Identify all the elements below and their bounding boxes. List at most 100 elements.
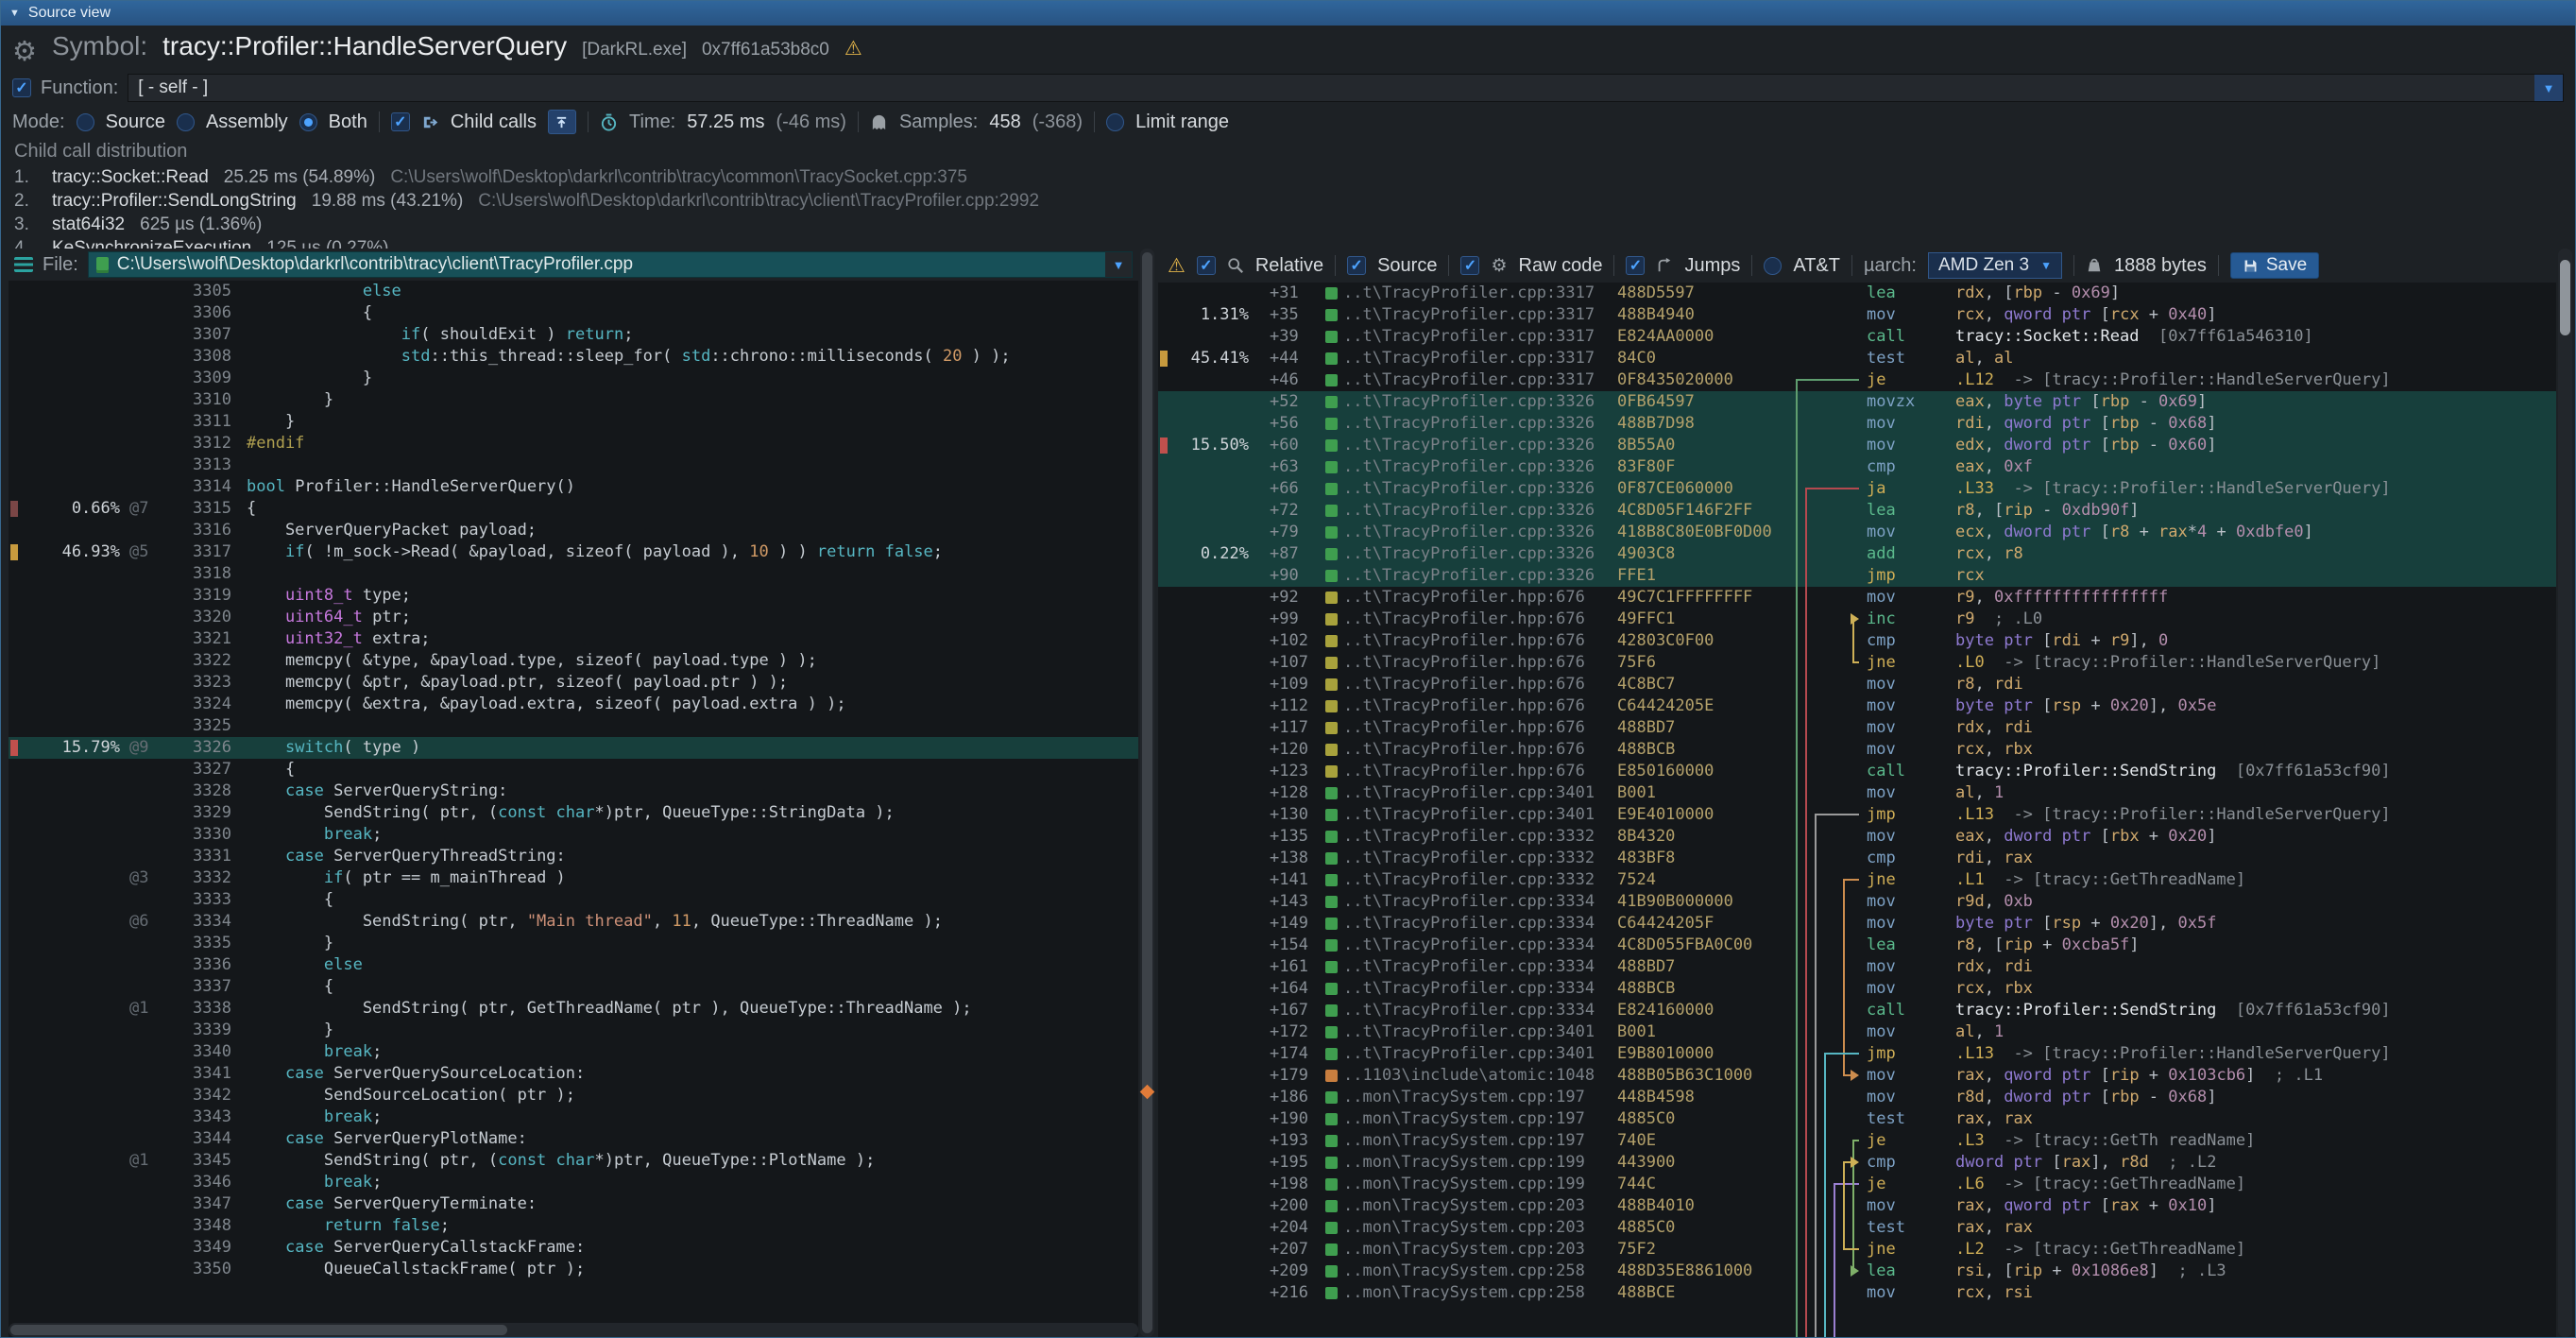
asm-row[interactable]: +112..t\TracyProfiler.hpp:676C64424205Em… (1158, 695, 2556, 717)
asm-row[interactable]: +164..t\TracyProfiler.cpp:3334488BCBmovr… (1158, 978, 2556, 1000)
radio-source[interactable] (77, 113, 94, 131)
source-line[interactable]: 15.79%@93326 switch( type ) (9, 737, 1138, 759)
source-line[interactable]: 3311 } (9, 411, 1138, 433)
scrollbar-thumb[interactable] (1142, 252, 1152, 1333)
source-line[interactable]: 3339 } (9, 1020, 1138, 1041)
source-checkbox[interactable]: ✓ (1347, 256, 1366, 275)
source-line[interactable]: 3305 else (9, 281, 1138, 302)
asm-row[interactable]: 15.50%+60..t\TracyProfiler.cpp:33268B55A… (1158, 435, 2556, 456)
source-line[interactable]: 3344 case ServerQueryPlotName: (9, 1128, 1138, 1150)
asm-row[interactable]: +31..t\TracyProfiler.cpp:3317488D5597lea… (1158, 283, 2556, 304)
asm-row[interactable]: +161..t\TracyProfiler.cpp:3334488BD7movr… (1158, 956, 2556, 978)
file-combo[interactable]: C:\Users\wolf\Desktop\darkrl\contrib\tra… (88, 251, 1133, 278)
source-line[interactable]: 3327 { (9, 759, 1138, 780)
horizontal-scrollbar[interactable] (9, 1323, 1138, 1337)
asm-row[interactable]: +143..t\TracyProfiler.cpp:333441B90B0000… (1158, 891, 2556, 913)
asm-row[interactable]: +174..t\TracyProfiler.cpp:3401E9B8010000… (1158, 1043, 2556, 1065)
asm-row[interactable]: +66..t\TracyProfiler.cpp:33260F87CE06000… (1158, 478, 2556, 500)
asm-row[interactable]: +209..mon\TracySystem.cpp:258488D35E8861… (1158, 1261, 2556, 1282)
function-checkbox[interactable]: ✓ (12, 78, 31, 97)
asm-row[interactable]: +117..t\TracyProfiler.hpp:676488BD7movrd… (1158, 717, 2556, 739)
source-line[interactable]: 3307 if( shouldExit ) return; (9, 324, 1138, 346)
asm-row[interactable]: +141..t\TracyProfiler.cpp:33327524jne.L1… (1158, 869, 2556, 891)
asm-row[interactable]: +107..t\TracyProfiler.hpp:67675F6jne.L0 … (1158, 652, 2556, 674)
asm-row[interactable]: +216..mon\TracySystem.cpp:258488BCEmovrc… (1158, 1282, 2556, 1304)
source-line[interactable]: 3320 uint64_t ptr; (9, 607, 1138, 628)
asm-row[interactable]: +123..t\TracyProfiler.hpp:676E850160000c… (1158, 761, 2556, 782)
asm-row[interactable]: +179..1103\include\atomic:1048488B05B63C… (1158, 1065, 2556, 1087)
function-combo[interactable]: [ - self - ] ▼ (128, 74, 2564, 102)
source-line[interactable]: 3346 break; (9, 1172, 1138, 1193)
radio-assembly[interactable] (177, 113, 195, 131)
asm-row[interactable]: +99..t\TracyProfiler.hpp:67649FFC1incr9 … (1158, 609, 2556, 630)
asm-row[interactable]: 1.31%+35..t\TracyProfiler.cpp:3317488B49… (1158, 304, 2556, 326)
save-button[interactable]: Save (2230, 252, 2319, 279)
source-line[interactable]: 3335 } (9, 933, 1138, 954)
asm-row[interactable]: +138..t\TracyProfiler.cpp:3332483BF8cmpr… (1158, 848, 2556, 869)
asm-row[interactable]: +204..mon\TracySystem.cpp:2034885C0testr… (1158, 1217, 2556, 1239)
source-line[interactable]: @63334 SendString( ptr, "Main thread", 1… (9, 911, 1138, 933)
asm-row[interactable]: +52..t\TracyProfiler.cpp:33260FB64597mov… (1158, 391, 2556, 413)
child-call-item[interactable]: 4.KeSynchronizeExecution125 µs (0.27%) (14, 236, 2562, 249)
source-line[interactable]: 3306 { (9, 302, 1138, 324)
asm-row[interactable]: +200..mon\TracySystem.cpp:203488B4010mov… (1158, 1195, 2556, 1217)
limit-range-radio[interactable] (1106, 113, 1124, 131)
asm-row[interactable]: 0.22%+87..t\TracyProfiler.cpp:33264903C8… (1158, 543, 2556, 565)
relative-checkbox[interactable]: ✓ (1197, 256, 1216, 275)
source-line[interactable]: 3330 break; (9, 824, 1138, 846)
asm-row[interactable]: +207..mon\TracySystem.cpp:20375F2jne.L2 … (1158, 1239, 2556, 1261)
asm-row[interactable]: 45.41%+44..t\TracyProfiler.cpp:331784C0t… (1158, 348, 2556, 369)
source-line[interactable]: 3337 { (9, 976, 1138, 998)
titlebar[interactable]: ▼ Source view (1, 1, 2575, 26)
asm-row[interactable]: +186..mon\TracySystem.cpp:197448B4598mov… (1158, 1087, 2556, 1108)
collapse-icon[interactable]: ▼ (9, 8, 20, 19)
asm-row[interactable]: +72..t\TracyProfiler.cpp:33264C8D05F146F… (1158, 500, 2556, 522)
asm-row[interactable]: +190..mon\TracySystem.cpp:1974885C0testr… (1158, 1108, 2556, 1130)
child-call-item[interactable]: 1.tracy::Socket::Read25.25 ms (54.89%)C:… (14, 165, 2562, 189)
asm-row[interactable]: +154..t\TracyProfiler.cpp:33344C8D055FBA… (1158, 935, 2556, 956)
jumps-checkbox[interactable]: ✓ (1626, 256, 1645, 275)
source-line[interactable]: 3333 { (9, 889, 1138, 911)
asm-row[interactable]: +120..t\TracyProfiler.hpp:676488BCBmovrc… (1158, 739, 2556, 761)
chevron-down-icon[interactable]: ▼ (1105, 252, 1132, 277)
asm-row[interactable]: +109..t\TracyProfiler.hpp:6764C8BC7movr8… (1158, 674, 2556, 695)
parent-frame-button[interactable] (548, 110, 576, 134)
source-line[interactable]: 46.93%@53317 if( !m_sock->Read( &payload… (9, 541, 1138, 563)
source-line[interactable]: 3319 uint8_t type; (9, 585, 1138, 607)
asm-row[interactable]: +172..t\TracyProfiler.cpp:3401B001moval,… (1158, 1021, 2556, 1043)
asm-row[interactable]: +195..mon\TracySystem.cpp:199443900cmpdw… (1158, 1152, 2556, 1174)
source-line[interactable]: 3329 SendString( ptr, (const char*)ptr, … (9, 802, 1138, 824)
asm-row[interactable]: +90..t\TracyProfiler.cpp:3326FFE1jmprcx (1158, 565, 2556, 587)
source-line[interactable]: 3342 SendSourceLocation( ptr ); (9, 1085, 1138, 1106)
asm-row[interactable]: +92..t\TracyProfiler.hpp:67649C7C1FFFFFF… (1158, 587, 2556, 609)
source-line[interactable]: 0.66%@73315{ (9, 498, 1138, 520)
asm-row[interactable]: +198..mon\TracySystem.cpp:199744Cje.L6 -… (1158, 1174, 2556, 1195)
source-line[interactable]: 3343 break; (9, 1106, 1138, 1128)
source-line[interactable]: 3341 case ServerQuerySourceLocation: (9, 1063, 1138, 1085)
source-line[interactable]: 3310 } (9, 389, 1138, 411)
source-line[interactable]: 3325 (9, 715, 1138, 737)
asm-row[interactable]: +46..t\TracyProfiler.cpp:33170F843502000… (1158, 369, 2556, 391)
source-line[interactable]: 3321 uint32_t extra; (9, 628, 1138, 650)
source-line[interactable]: 3312#endif (9, 433, 1138, 455)
source-line[interactable]: 3350 QueueCallstackFrame( ptr ); (9, 1259, 1138, 1280)
source-line[interactable]: 3328 case ServerQueryString: (9, 780, 1138, 802)
source-line[interactable]: 3316 ServerQueryPacket payload; (9, 520, 1138, 541)
source-line[interactable]: 3313 (9, 455, 1138, 476)
source-line[interactable]: 3308 std::this_thread::sleep_for( std::c… (9, 346, 1138, 368)
asm-row[interactable]: +102..t\TracyProfiler.hpp:67642803C0F00c… (1158, 630, 2556, 652)
source-line[interactable]: 3349 case ServerQueryCallstackFrame: (9, 1237, 1138, 1259)
source-line[interactable]: 3309 } (9, 368, 1138, 389)
asm-row[interactable]: +167..t\TracyProfiler.cpp:3334E824160000… (1158, 1000, 2556, 1021)
source-line[interactable]: 3347 case ServerQueryTerminate: (9, 1193, 1138, 1215)
source-line[interactable]: 3348 return false; (9, 1215, 1138, 1237)
uarch-combo[interactable]: AMD Zen 3 ▼ (1928, 252, 2062, 279)
asm-row[interactable]: +56..t\TracyProfiler.cpp:3326488B7D98mov… (1158, 413, 2556, 435)
att-radio[interactable] (1764, 257, 1782, 275)
source-line[interactable]: @13345 SendString( ptr, (const char*)ptr… (9, 1150, 1138, 1172)
asm-row[interactable]: +128..t\TracyProfiler.cpp:3401B001moval,… (1158, 782, 2556, 804)
source-line[interactable]: @13338 SendString( ptr, GetThreadName( p… (9, 998, 1138, 1020)
source-line[interactable]: 3336 else (9, 954, 1138, 976)
source-line[interactable]: 3322 memcpy( &type, &payload.type, sizeo… (9, 650, 1138, 672)
child-calls-checkbox[interactable]: ✓ (391, 112, 410, 131)
